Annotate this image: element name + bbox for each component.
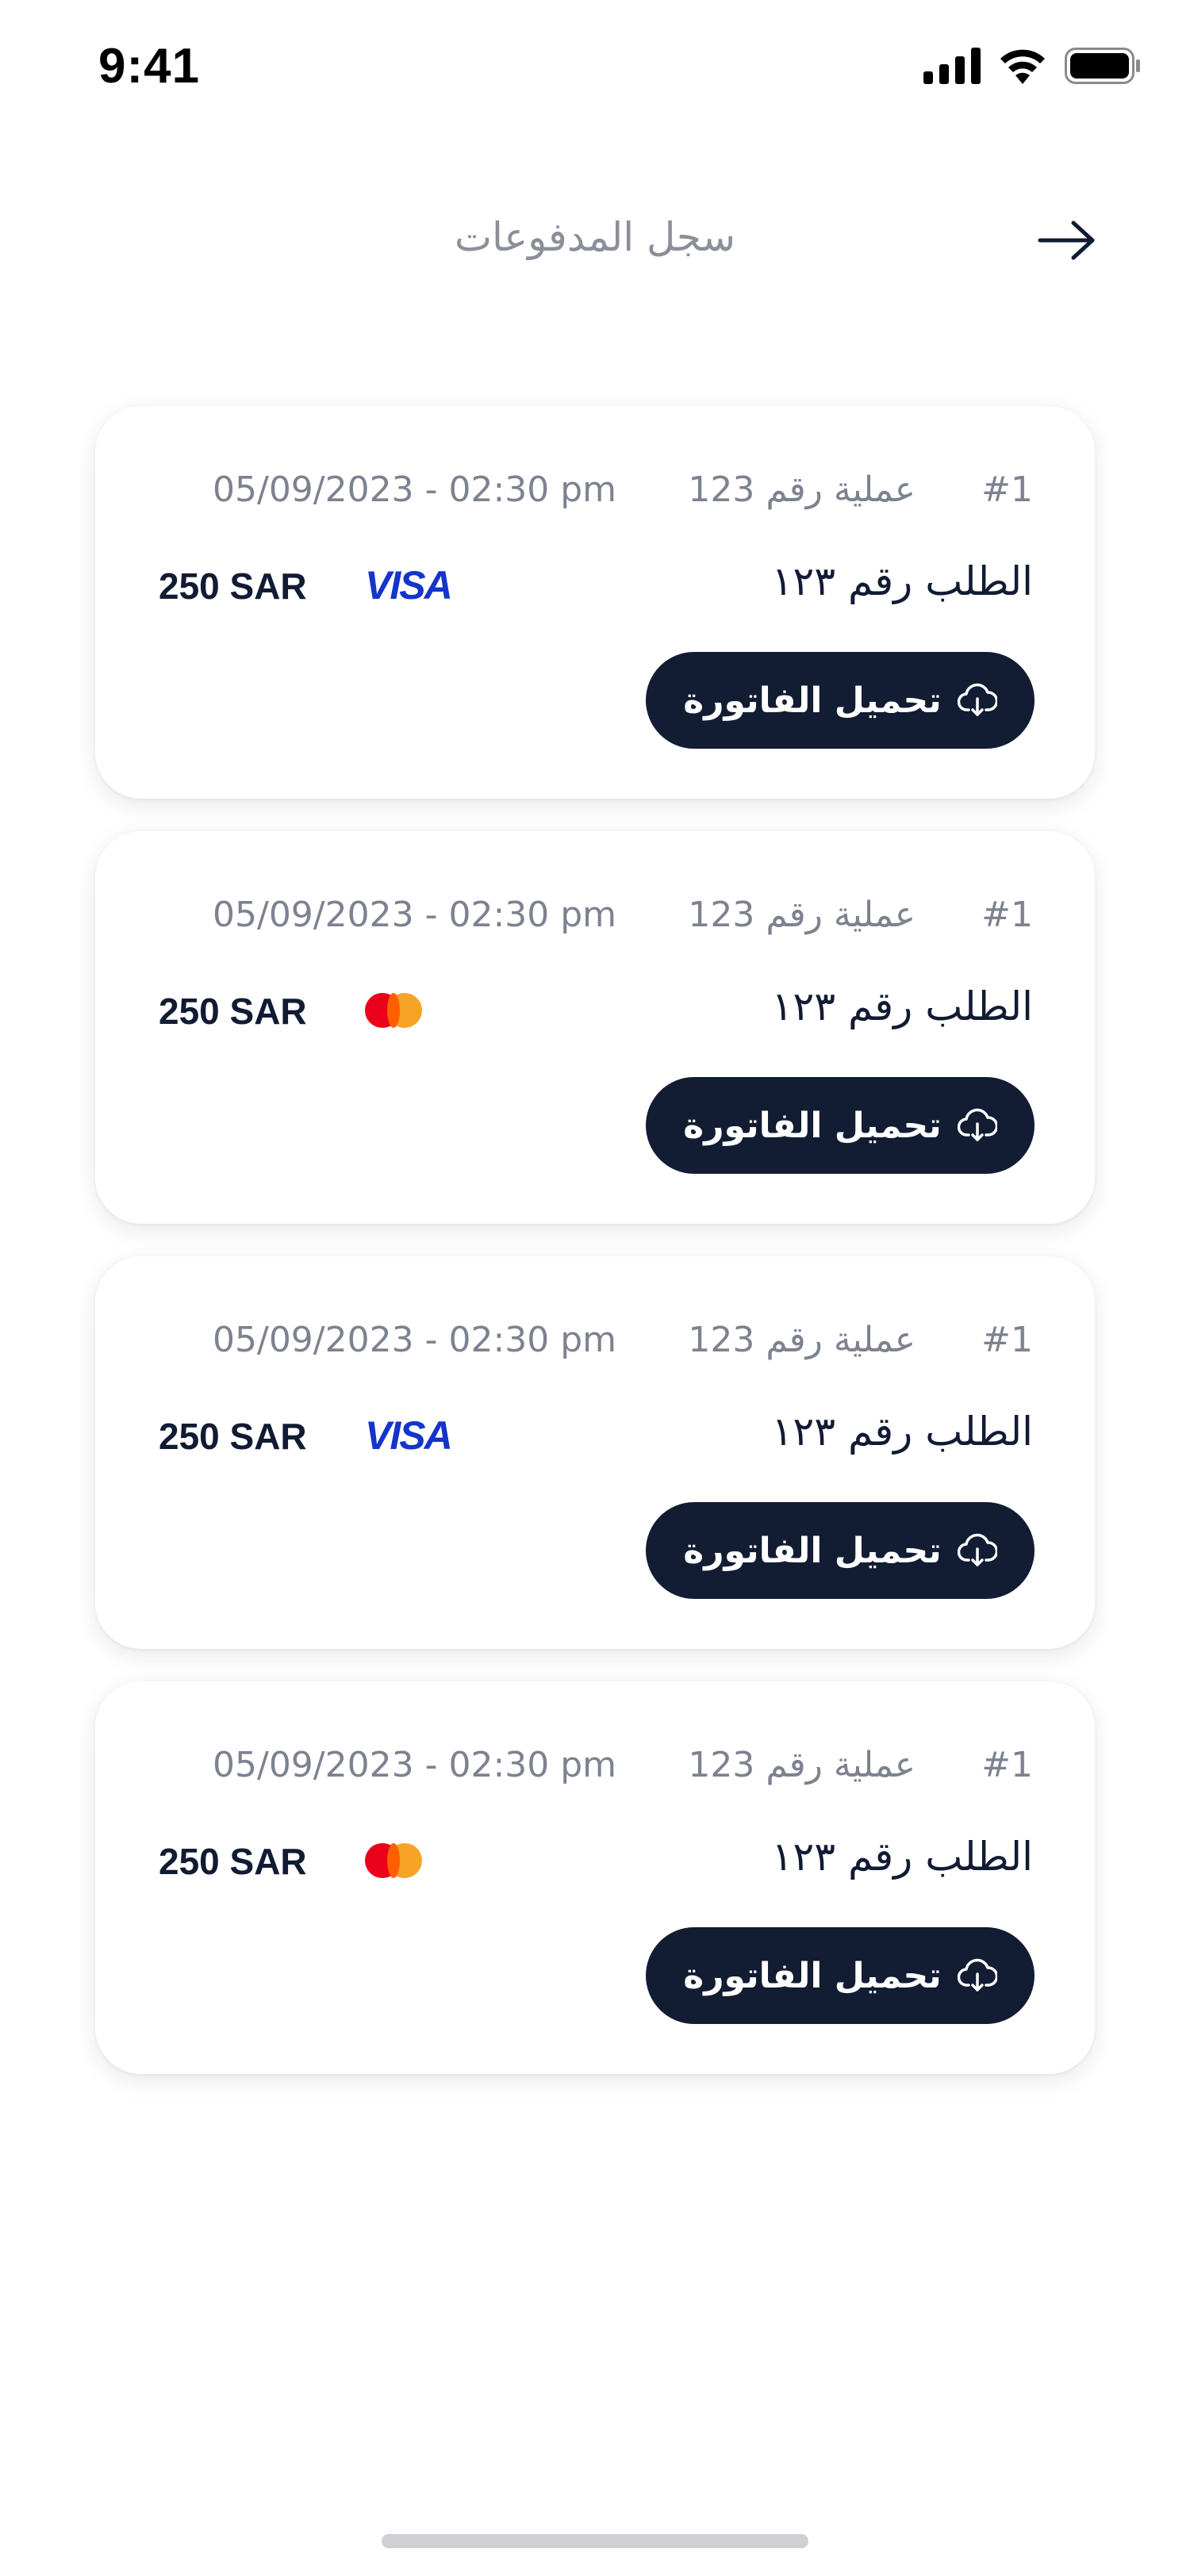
payment-amount: 250 SAR (159, 1841, 307, 1882)
transaction-index: #1 (981, 895, 1033, 935)
visa-logo-icon: VISA (365, 1413, 453, 1458)
battery-icon (1065, 48, 1141, 87)
order-number: الطلب رقم ١٢٣ (771, 1409, 1033, 1455)
payment-history-list: #1 عملية رقم 123 05/09/2023 - 02:30 pm ا… (95, 406, 1095, 2106)
cloud-download-icon (957, 680, 997, 720)
home-indicator[interactable] (382, 2534, 808, 2548)
status-time: 9:41 (98, 39, 201, 94)
transaction-index: #1 (981, 470, 1033, 510)
payment-card: #1 عملية رقم 123 05/09/2023 - 02:30 pm ا… (95, 831, 1095, 1224)
cloud-download-icon (957, 1956, 997, 1995)
download-invoice-label: تحميل الفاتورة (683, 680, 942, 721)
payment-card: #1 عملية رقم 123 05/09/2023 - 02:30 pm ا… (95, 1681, 1095, 2074)
visa-wordmark: VISA (365, 1413, 453, 1458)
payment-card: #1 عملية رقم 123 05/09/2023 - 02:30 pm ا… (95, 1256, 1095, 1649)
status-icons (923, 48, 1141, 87)
back-button[interactable] (1031, 214, 1103, 270)
page-title: سجل المدفوعات (454, 214, 736, 260)
transaction-datetime: 05/09/2023 - 02:30 pm (213, 470, 617, 510)
mastercard-logo-icon (365, 988, 422, 1033)
operation-number: عملية رقم 123 (688, 470, 916, 510)
order-number: الطلب رقم ١٢٣ (771, 558, 1033, 604)
payment-card: #1 عملية رقم 123 05/09/2023 - 02:30 pm ا… (95, 406, 1095, 799)
payment-amount: 250 SAR (159, 1416, 307, 1457)
transaction-datetime: 05/09/2023 - 02:30 pm (213, 1745, 617, 1785)
download-invoice-button[interactable]: تحميل الفاتورة (646, 1927, 1035, 2024)
operation-number: عملية رقم 123 (688, 895, 916, 935)
transaction-datetime: 05/09/2023 - 02:30 pm (213, 895, 617, 935)
order-number: الطلب رقم ١٢٣ (771, 983, 1033, 1029)
wifi-icon (998, 48, 1047, 87)
payment-amount: 250 SAR (159, 565, 307, 607)
operation-number: عملية رقم 123 (688, 1320, 916, 1360)
download-invoice-button[interactable]: تحميل الفاتورة (646, 1502, 1035, 1599)
cloud-download-icon (957, 1106, 997, 1145)
visa-logo-icon: VISA (365, 563, 453, 608)
order-number: الطلب رقم ١٢٣ (771, 1834, 1033, 1880)
transaction-index: #1 (981, 1320, 1033, 1360)
mastercard-logo-icon (365, 1838, 422, 1883)
header: سجل المدفوعات (0, 190, 1190, 293)
cellular-signal-icon (923, 48, 981, 87)
download-invoice-label: تحميل الفاتورة (683, 1955, 942, 1996)
payment-amount: 250 SAR (159, 991, 307, 1032)
transaction-datetime: 05/09/2023 - 02:30 pm (213, 1320, 617, 1360)
cloud-download-icon (957, 1531, 997, 1570)
status-bar: 9:41 (0, 0, 1190, 135)
transaction-index: #1 (981, 1745, 1033, 1785)
download-invoice-label: تحميل الفاتورة (683, 1105, 942, 1146)
download-invoice-button[interactable]: تحميل الفاتورة (646, 652, 1035, 749)
download-invoice-button[interactable]: تحميل الفاتورة (646, 1077, 1035, 1174)
arrow-right-icon (1035, 217, 1099, 267)
operation-number: عملية رقم 123 (688, 1745, 916, 1785)
visa-wordmark: VISA (365, 563, 453, 608)
download-invoice-label: تحميل الفاتورة (683, 1530, 942, 1571)
